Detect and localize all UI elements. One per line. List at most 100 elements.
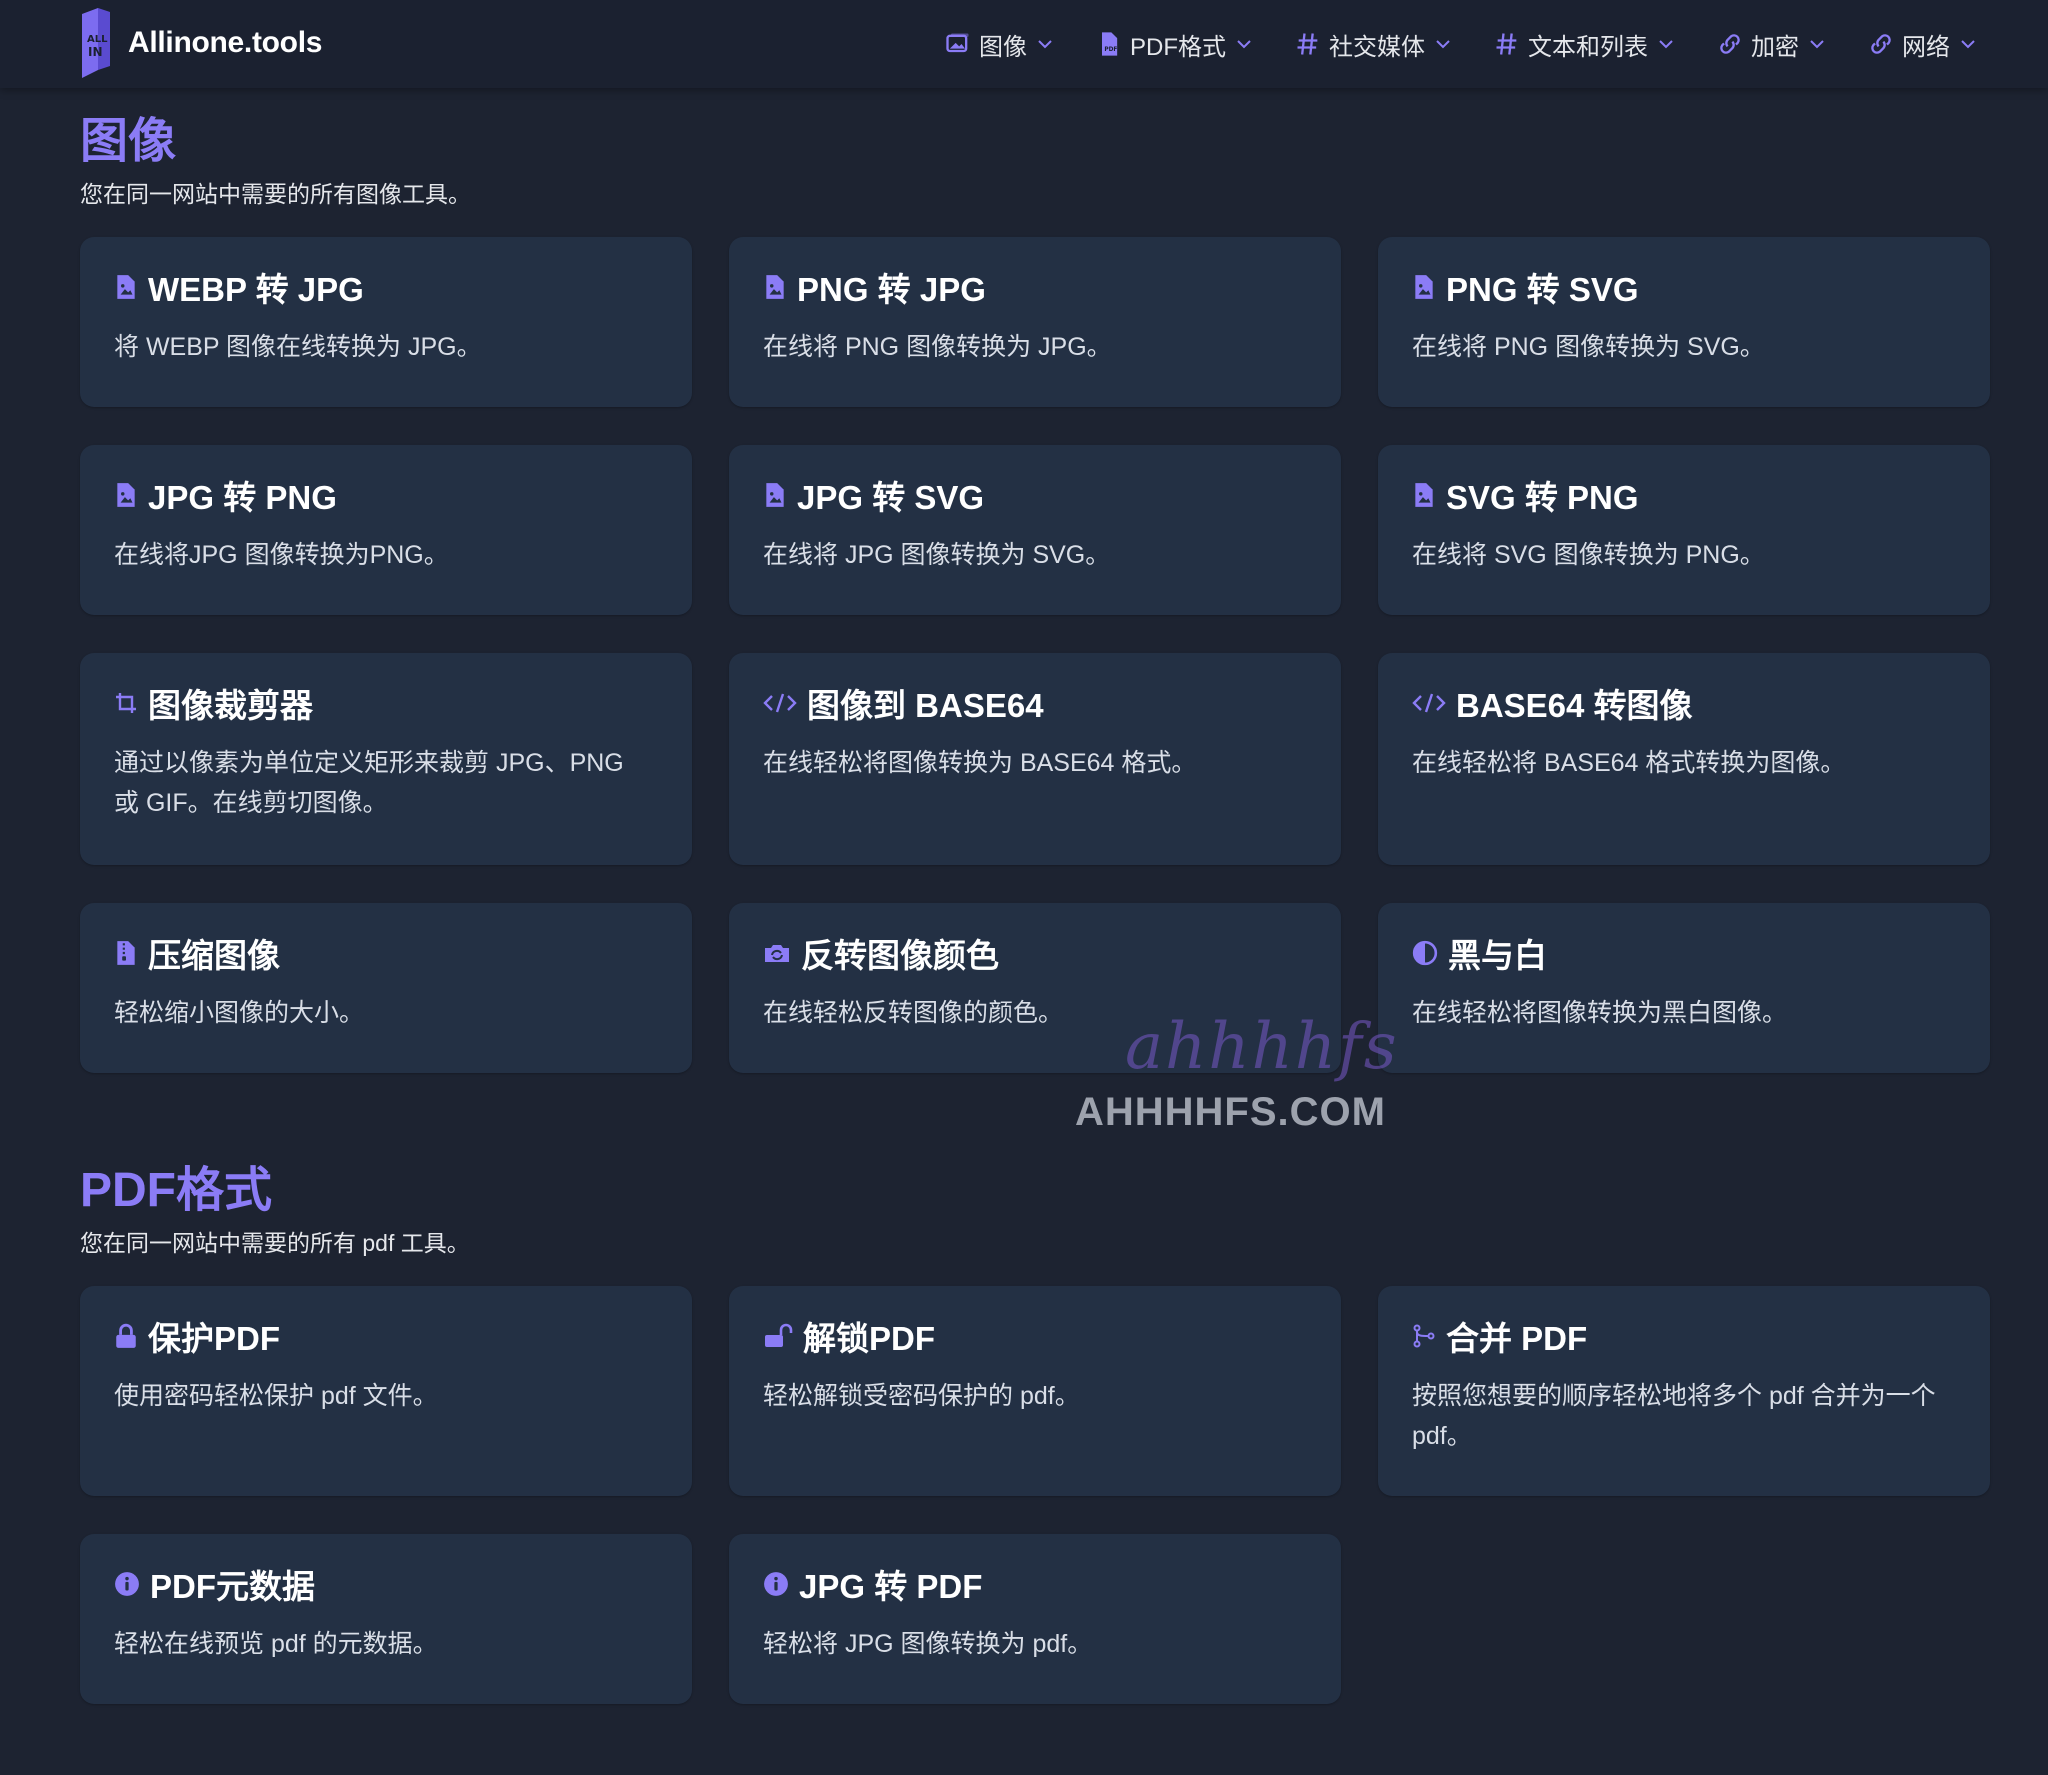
card-title: SVG 转 PNG <box>1446 479 1639 516</box>
card-title: BASE64 转图像 <box>1456 687 1693 724</box>
tool-card-image-cropper[interactable]: 图像裁剪器 通过以像素为单位定义矩形来裁剪 JPG、PNG 或 GIF。在线剪切… <box>80 653 692 865</box>
image-file-icon <box>766 483 784 507</box>
card-description: 轻松解锁受密码保护的 pdf。 <box>763 1382 1080 1410</box>
chevron-down-icon <box>1810 40 1824 49</box>
card-description: 将 WEBP 图像在线转换为 JPG。 <box>114 333 482 361</box>
nav-item-image[interactable]: 图像 <box>944 27 1055 62</box>
card-description: 通过以像素为单位定义矩形来裁剪 JPG、PNG 或 GIF。在线剪切图像。 <box>114 749 624 817</box>
card-description: 在线将 JPG 图像转换为 SVG。 <box>763 541 1111 569</box>
card-title: 解锁PDF <box>803 1320 935 1357</box>
code-icon <box>1412 693 1446 713</box>
card-description: 按照您想要的顺序轻松地将多个 pdf 合并为一个 pdf。 <box>1412 1382 1936 1450</box>
svg-text:IN: IN <box>88 45 103 59</box>
tool-card-merge-pdf[interactable]: 合并 PDF 按照您想要的顺序轻松地将多个 pdf 合并为一个 pdf。 <box>1378 1286 1990 1496</box>
card-title: WEBP 转 JPG <box>148 271 364 308</box>
tool-card-base64-to-image[interactable]: BASE64 转图像 在线轻松将 BASE64 格式转换为图像。 <box>1378 653 1990 865</box>
card-description: 在线轻松将图像转换为黑白图像。 <box>1412 999 1788 1027</box>
image-file-icon <box>766 275 784 299</box>
card-head: PNG 转 SVG <box>1412 265 1956 309</box>
lock-icon <box>116 1323 136 1348</box>
info-icon <box>115 1572 139 1596</box>
tool-card-unlock-pdf[interactable]: 解锁PDF 轻松解锁受密码保护的 pdf。 <box>729 1286 1341 1496</box>
tool-card-svg-to-png[interactable]: SVG 转 PNG 在线将 SVG 图像转换为 PNG。 <box>1378 445 1990 615</box>
hashtag-icon <box>1297 33 1318 55</box>
svg-text:PDF: PDF <box>1104 47 1117 53</box>
card-head: 图像裁剪器 <box>114 681 658 725</box>
brand-name: Allinone.tools <box>128 26 323 59</box>
card-head: 解锁PDF <box>763 1314 1307 1358</box>
image-file-icon <box>117 483 135 507</box>
card-head: 图像到 BASE64 <box>763 681 1307 725</box>
tool-card-black-white[interactable]: 黑与白 在线轻松将图像转换为黑白图像。 <box>1378 903 1990 1073</box>
chevron-down-icon <box>1436 40 1450 49</box>
tool-card-jpg-to-pdf[interactable]: JPG 转 PDF 轻松将 JPG 图像转换为 pdf。 <box>729 1534 1341 1704</box>
card-title: 压缩图像 <box>148 937 280 974</box>
nav-item-pdf[interactable]: PDF PDF格式 <box>1095 27 1254 62</box>
card-title: JPG 转 SVG <box>797 479 985 516</box>
nav-label: 文本和列表 <box>1528 33 1648 61</box>
card-title: 反转图像颜色 <box>801 937 999 974</box>
brand-logo-icon: ALL IN <box>82 8 110 78</box>
chevron-down-icon <box>1659 40 1673 49</box>
nav-label: 网络 <box>1902 33 1950 61</box>
card-title: PNG 转 SVG <box>1446 271 1639 308</box>
nav-item-crypto[interactable]: 加密 <box>1716 27 1827 62</box>
watermark-domain: AHHHHFS.COM <box>1075 1090 1386 1134</box>
tool-card-image-to-base64[interactable]: 图像到 BASE64 在线轻松将图像转换为 BASE64 格式。 <box>729 653 1341 865</box>
nav-item-social[interactable]: 社交媒体 <box>1294 27 1453 62</box>
nav-label: 社交媒体 <box>1329 33 1425 61</box>
nav-label: 加密 <box>1751 33 1799 61</box>
merge-icon <box>1413 1324 1435 1348</box>
svg-text:ALL: ALL <box>87 34 108 45</box>
card-description: 在线轻松反转图像的颜色。 <box>763 999 1064 1027</box>
card-head: JPG 转 SVG <box>763 473 1307 517</box>
chevron-down-icon <box>1038 40 1052 49</box>
card-description: 使用密码轻松保护 pdf 文件。 <box>114 1382 438 1410</box>
card-head: BASE64 转图像 <box>1412 681 1956 725</box>
camera-rotate-icon <box>765 945 789 962</box>
card-head: PDF元数据 <box>114 1562 658 1606</box>
card-title: PDF元数据 <box>150 1568 315 1605</box>
card-title: 合并 PDF <box>1446 1320 1588 1357</box>
brand-link[interactable]: ALL IN Allinone.tools <box>78 8 322 78</box>
link-icon <box>1871 34 1891 54</box>
card-head: 合并 PDF <box>1412 1314 1956 1358</box>
card-head: SVG 转 PNG <box>1412 473 1956 517</box>
section-subtitle: 您在同一网站中需要的所有图像工具。 <box>80 180 471 207</box>
contrast-icon <box>1412 940 1438 966</box>
card-title: PNG 转 JPG <box>797 271 986 308</box>
main-nav: 图像 PDF PDF格式 社交媒体 文本和列表 加密 网络 <box>944 22 1978 66</box>
card-head: 反转图像颜色 <box>763 931 1307 975</box>
image-file-icon <box>1415 275 1433 299</box>
tool-card-png-to-jpg[interactable]: PNG 转 JPG 在线将 PNG 图像转换为 JPG。 <box>729 237 1341 407</box>
image-file-icon <box>1415 483 1433 507</box>
card-title: 图像裁剪器 <box>148 687 313 724</box>
tool-card-compress-image[interactable]: 压缩图像 轻松缩小图像的大小。 <box>80 903 692 1073</box>
tool-card-protect-pdf[interactable]: 保护PDF 使用密码轻松保护 pdf 文件。 <box>80 1286 692 1496</box>
card-description: 在线将JPG 图像转换为PNG。 <box>114 541 449 569</box>
tool-card-jpg-to-svg[interactable]: JPG 转 SVG 在线将 JPG 图像转换为 SVG。 <box>729 445 1341 615</box>
unlock-icon <box>765 1323 793 1347</box>
tool-card-invert-colors[interactable]: 反转图像颜色 在线轻松反转图像的颜色。 <box>729 903 1341 1073</box>
card-title: JPG 转 PDF <box>799 1568 983 1605</box>
section-subtitle: 您在同一网站中需要的所有 pdf 工具。 <box>80 1229 470 1256</box>
section-pdf: PDF格式 您在同一网站中需要的所有 pdf 工具。 <box>80 1164 1990 1258</box>
pdf-file-icon: PDF <box>1102 32 1117 56</box>
nav-label: 图像 <box>979 33 1027 61</box>
card-head: JPG 转 PNG <box>114 473 658 517</box>
nav-item-text[interactable]: 文本和列表 <box>1493 27 1676 62</box>
card-description: 在线轻松将图像转换为 BASE64 格式。 <box>763 749 1197 777</box>
card-description: 在线将 PNG 图像转换为 SVG。 <box>1412 333 1765 361</box>
nav-item-network[interactable]: 网络 <box>1867 27 1978 62</box>
card-head: 黑与白 <box>1412 931 1956 975</box>
chevron-down-icon <box>1237 40 1251 49</box>
link-icon <box>1720 34 1740 54</box>
card-title: 图像到 BASE64 <box>807 687 1044 724</box>
card-title: JPG 转 PNG <box>148 479 337 516</box>
top-navbar: ALL IN Allinone.tools 图像 PDF PDF格式 社交媒体 … <box>0 0 2048 88</box>
info-icon <box>764 1572 788 1596</box>
tool-card-png-to-svg[interactable]: PNG 转 SVG 在线将 PNG 图像转换为 SVG。 <box>1378 237 1990 407</box>
tool-card-jpg-to-png[interactable]: JPG 转 PNG 在线将JPG 图像转换为PNG。 <box>80 445 692 615</box>
tool-card-pdf-metadata[interactable]: PDF元数据 轻松在线预览 pdf 的元数据。 <box>80 1534 692 1704</box>
tool-card-webp-to-jpg[interactable]: WEBP 转 JPG 将 WEBP 图像在线转换为 JPG。 <box>80 237 692 407</box>
